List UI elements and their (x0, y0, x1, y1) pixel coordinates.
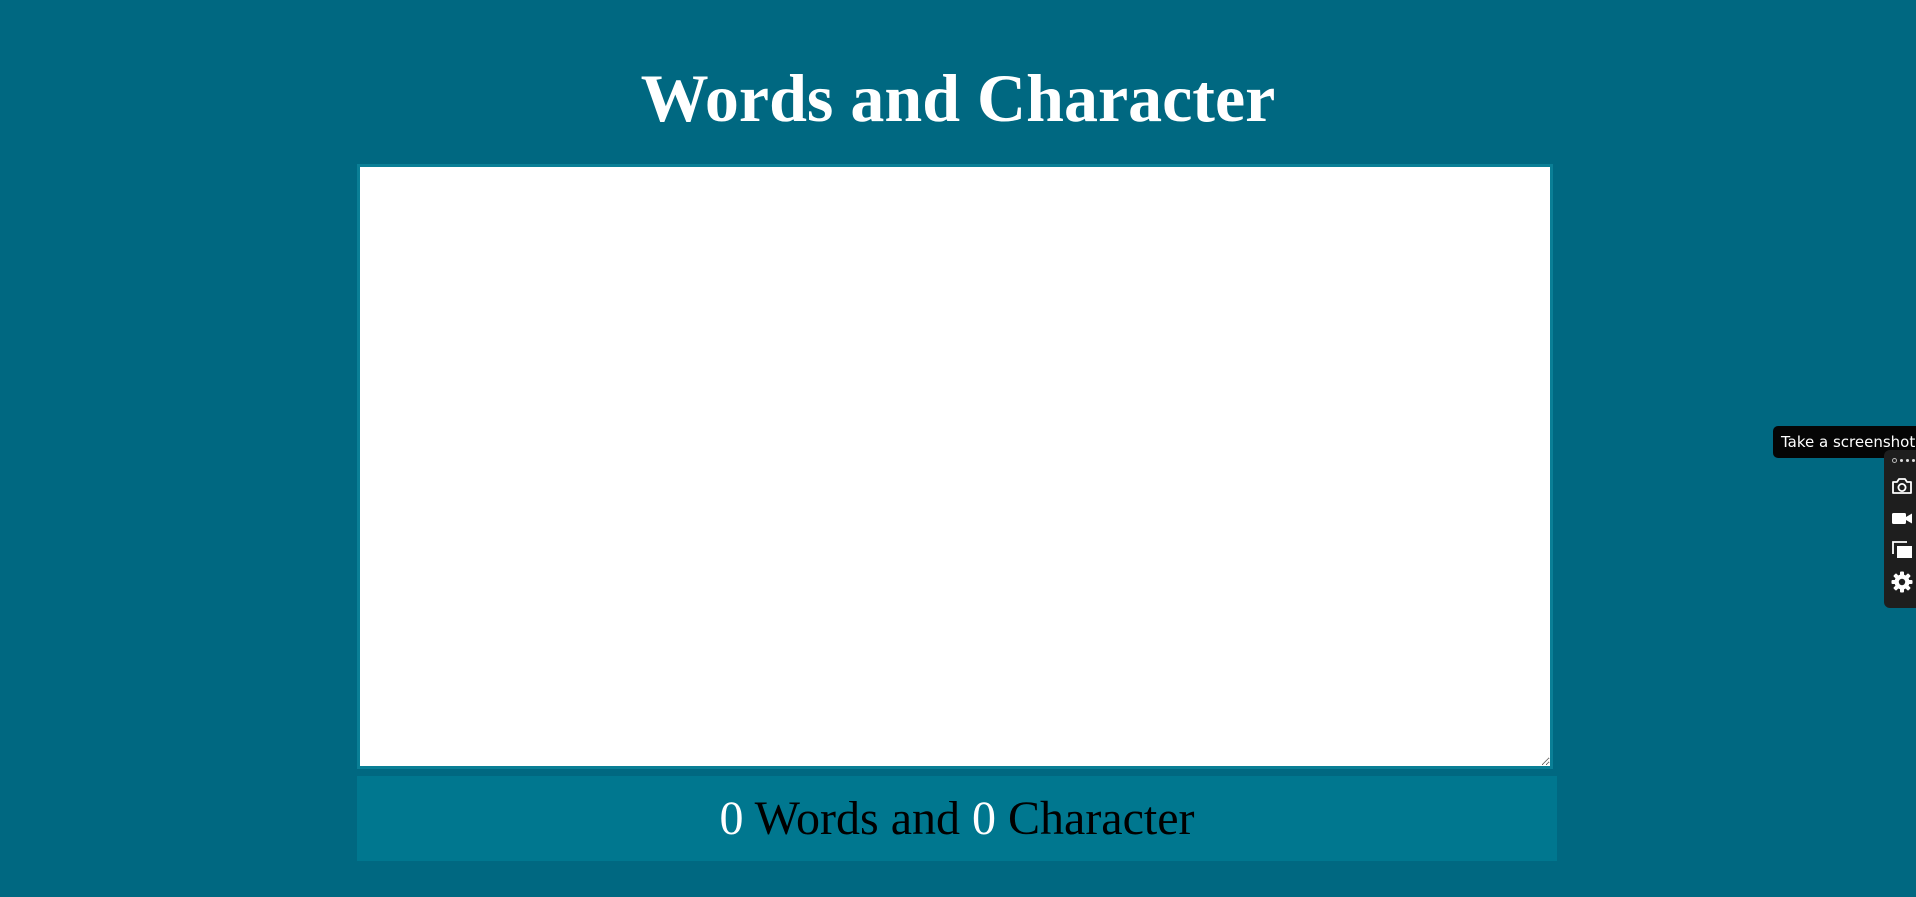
settings-button[interactable] (1888, 568, 1916, 596)
screenshot-button[interactable] (1888, 472, 1916, 500)
counter-bar: 0 Words and 0 Character (357, 776, 1557, 861)
text-input-area[interactable] (357, 164, 1553, 769)
window-capture-button[interactable] (1888, 536, 1916, 564)
character-count: 0 (972, 792, 996, 845)
page-title: Words and Character (640, 60, 1276, 136)
character-count-label: Character (996, 792, 1195, 845)
window-icon (1890, 539, 1914, 561)
word-count-label: Words and (743, 792, 972, 845)
word-count: 0 (719, 792, 744, 845)
screenshot-toolbar (1884, 450, 1916, 608)
gear-icon (1890, 570, 1914, 594)
record-video-button[interactable] (1888, 504, 1916, 532)
camera-icon (1890, 476, 1914, 496)
video-icon (1890, 508, 1914, 528)
drag-handle[interactable] (1892, 456, 1915, 464)
